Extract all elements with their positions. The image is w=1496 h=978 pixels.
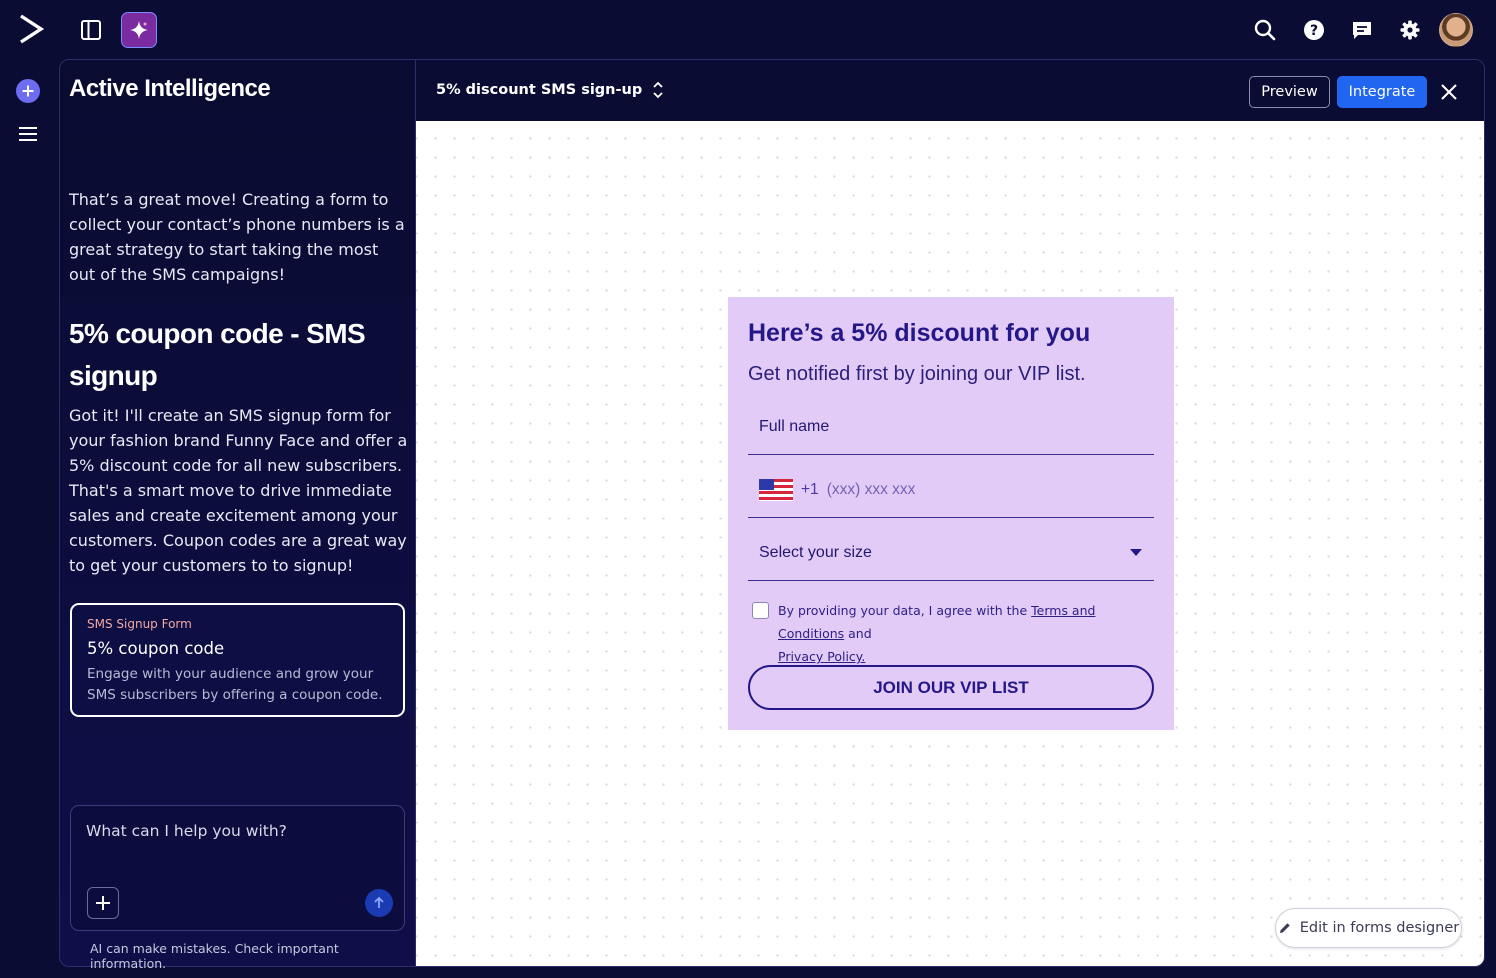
caret-down-icon bbox=[1130, 549, 1142, 556]
attach-button[interactable] bbox=[87, 887, 119, 919]
chat-panel: Active Intelligence That’s a great move!… bbox=[59, 59, 416, 971]
form-editor-pane: 5% discount SMS sign-up Preview Integrat… bbox=[416, 59, 1485, 967]
pencil-icon bbox=[1279, 923, 1290, 933]
close-icon[interactable] bbox=[1439, 82, 1459, 102]
consent-text: By providing your data, I agree with the… bbox=[778, 599, 1153, 668]
plus-icon bbox=[22, 85, 34, 97]
assistant-message: Got it! I'll create an SMS signup form f… bbox=[69, 406, 408, 575]
chat-icon[interactable] bbox=[1350, 18, 1374, 42]
edit-in-designer-label: Edit in forms designer bbox=[1299, 920, 1460, 936]
plus-icon bbox=[96, 896, 110, 910]
activecampaign-chevron-icon[interactable] bbox=[16, 12, 46, 46]
arrow-up-icon bbox=[374, 896, 384, 908]
form-title: Here’s a 5% discount for you bbox=[748, 319, 1091, 347]
ai-disclaimer: AI can make mistakes. Check important in… bbox=[90, 941, 339, 971]
consent-checkbox[interactable] bbox=[752, 602, 769, 619]
send-button[interactable] bbox=[365, 889, 393, 917]
privacy-link[interactable]: Privacy Policy. bbox=[778, 649, 865, 664]
card-title: 5% coupon code bbox=[87, 639, 225, 658]
gear-icon[interactable] bbox=[1398, 18, 1422, 42]
menu-icon[interactable] bbox=[17, 124, 39, 144]
full-name-field[interactable]: Full name bbox=[748, 399, 1154, 455]
full-name-label: Full name bbox=[759, 417, 830, 435]
ai-assistant-button[interactable] bbox=[121, 12, 157, 48]
consent-mid: and bbox=[844, 626, 872, 641]
phone-placeholder: (xxx) xxx xxx bbox=[826, 480, 916, 498]
sparkle-icon bbox=[130, 21, 148, 39]
card-tag: SMS Signup Form bbox=[87, 617, 192, 631]
size-select-label: Select your size bbox=[759, 543, 872, 561]
edit-in-designer-button[interactable]: Edit in forms designer bbox=[1275, 908, 1462, 948]
consent-prefix: By providing your data, I agree with the bbox=[778, 603, 1032, 618]
form-name: 5% discount SMS sign-up bbox=[436, 82, 643, 98]
join-vip-button[interactable]: JOIN OUR VIP LIST bbox=[748, 665, 1154, 710]
sidebar-toggle-icon[interactable] bbox=[78, 17, 104, 43]
preview-button[interactable]: Preview bbox=[1249, 76, 1330, 108]
form-preview: Here’s a 5% discount for you Get notifie… bbox=[728, 297, 1174, 730]
avatar[interactable] bbox=[1439, 13, 1473, 47]
chat-input[interactable] bbox=[86, 822, 386, 840]
new-chat-button[interactable] bbox=[16, 79, 40, 103]
pane-header: 5% discount SMS sign-up Preview Integrat… bbox=[416, 60, 1484, 121]
assistant-message: That’s a great move! Creating a form to … bbox=[69, 190, 405, 284]
size-select[interactable]: Select your size bbox=[748, 525, 1154, 581]
svg-text:?: ? bbox=[1310, 23, 1318, 39]
chevron-up-down-icon bbox=[653, 81, 663, 99]
phone-field[interactable]: +1 (xxx) xxx xxx bbox=[748, 462, 1154, 518]
help-icon[interactable]: ? bbox=[1302, 18, 1326, 42]
chat-composer bbox=[70, 805, 405, 931]
form-selector[interactable]: 5% discount SMS sign-up bbox=[436, 81, 664, 99]
search-icon[interactable] bbox=[1253, 18, 1277, 42]
phone-country-code: +1 bbox=[801, 480, 819, 498]
assistant-heading: 5% coupon code - SMS signup bbox=[69, 318, 366, 391]
form-subtitle: Get notified first by joining our VIP li… bbox=[748, 363, 1086, 385]
integrate-button[interactable]: Integrate bbox=[1337, 76, 1427, 108]
card-description: Engage with your audience and grow your … bbox=[87, 666, 383, 703]
design-canvas: Here’s a 5% discount for you Get notifie… bbox=[416, 121, 1484, 966]
us-flag-icon bbox=[759, 478, 793, 501]
chat-title: Active Intelligence bbox=[69, 75, 271, 102]
top-bar: ? bbox=[0, 0, 1496, 58]
form-suggestion-card[interactable]: SMS Signup Form 5% coupon code Engage wi… bbox=[70, 603, 405, 717]
